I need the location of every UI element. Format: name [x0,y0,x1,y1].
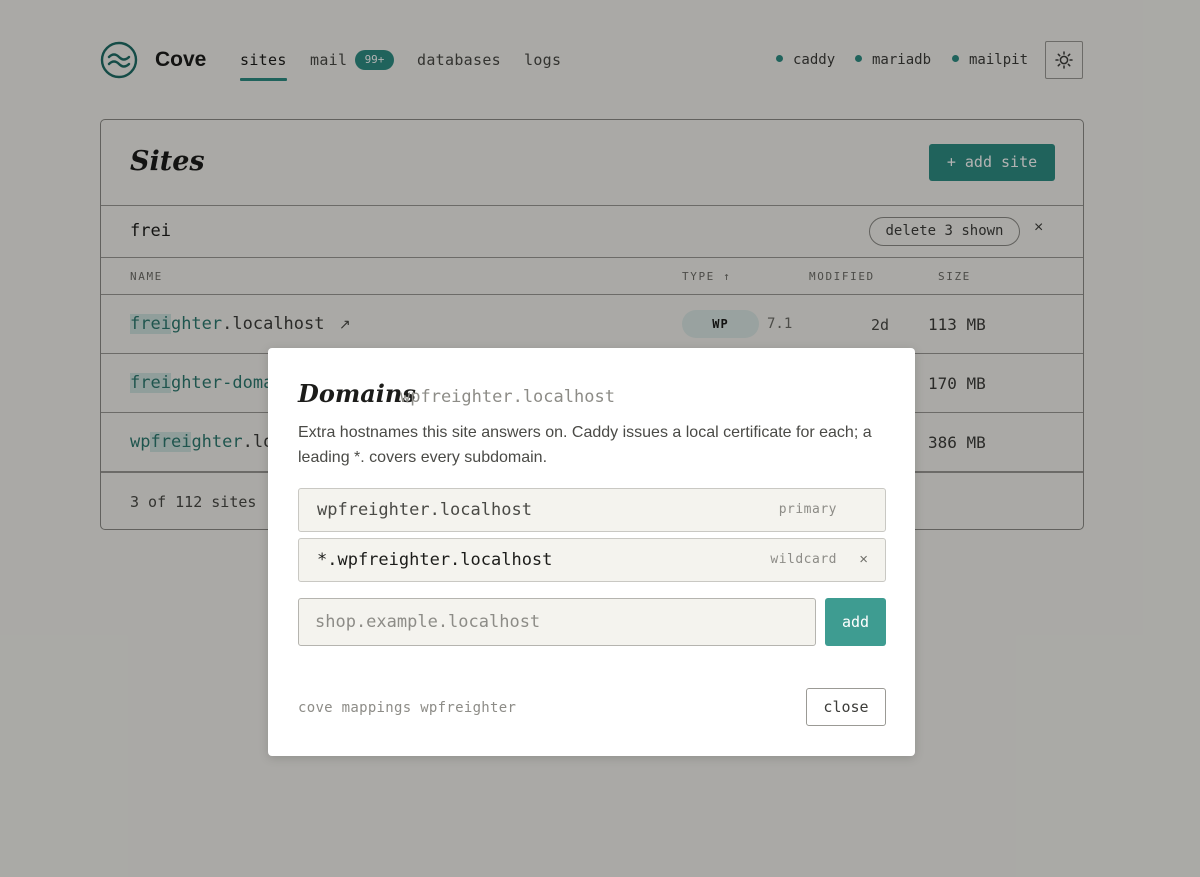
dialog-title: Domains [298,379,416,408]
dialog-description: Extra hostnames this site answers on. Ca… [298,424,872,466]
dialog-site-host: wpfreighter.localhost [400,387,615,407]
domain-tag: primary [778,502,837,517]
close-dialog-button[interactable]: close [806,688,886,726]
domain-host: wpfreighter.localhost [317,500,532,520]
domain-row-wildcard: *.wpfreighter.localhost wildcard × [298,538,886,582]
cli-hint: cove mappings wpfreighter [298,700,517,716]
domain-tag: wildcard [770,552,837,567]
remove-domain-icon[interactable]: × [859,551,868,568]
add-domain-button[interactable]: add [825,598,886,646]
domain-host: *.wpfreighter.localhost [317,550,553,570]
domains-dialog: Domains wpfreighter.localhost Extra host… [268,348,915,756]
new-domain-input[interactable] [298,598,816,646]
domain-row-primary: wpfreighter.localhost primary [298,488,886,532]
